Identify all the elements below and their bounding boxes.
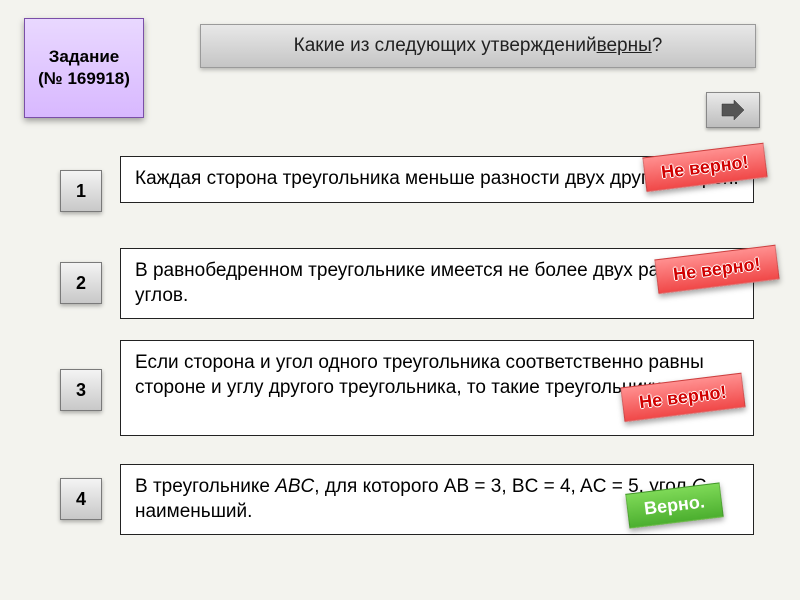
question-bar: Какие из следующих утверждений верны ? [200, 24, 756, 68]
option-button-2[interactable]: 2 [60, 262, 102, 304]
question-suffix: ? [652, 35, 663, 57]
option-button-1[interactable]: 1 [60, 170, 102, 212]
option-button-3[interactable]: 3 [60, 369, 102, 411]
question-emph: верны [597, 35, 652, 57]
task-label: Задание [49, 46, 120, 68]
task-badge: Задание (№ 169918) [24, 18, 144, 118]
question-prefix: Какие из следующих утверждений [294, 35, 597, 57]
option-button-4[interactable]: 4 [60, 478, 102, 520]
next-arrow-icon [720, 100, 746, 120]
task-number: (№ 169918) [38, 68, 130, 90]
next-button[interactable] [706, 92, 760, 128]
